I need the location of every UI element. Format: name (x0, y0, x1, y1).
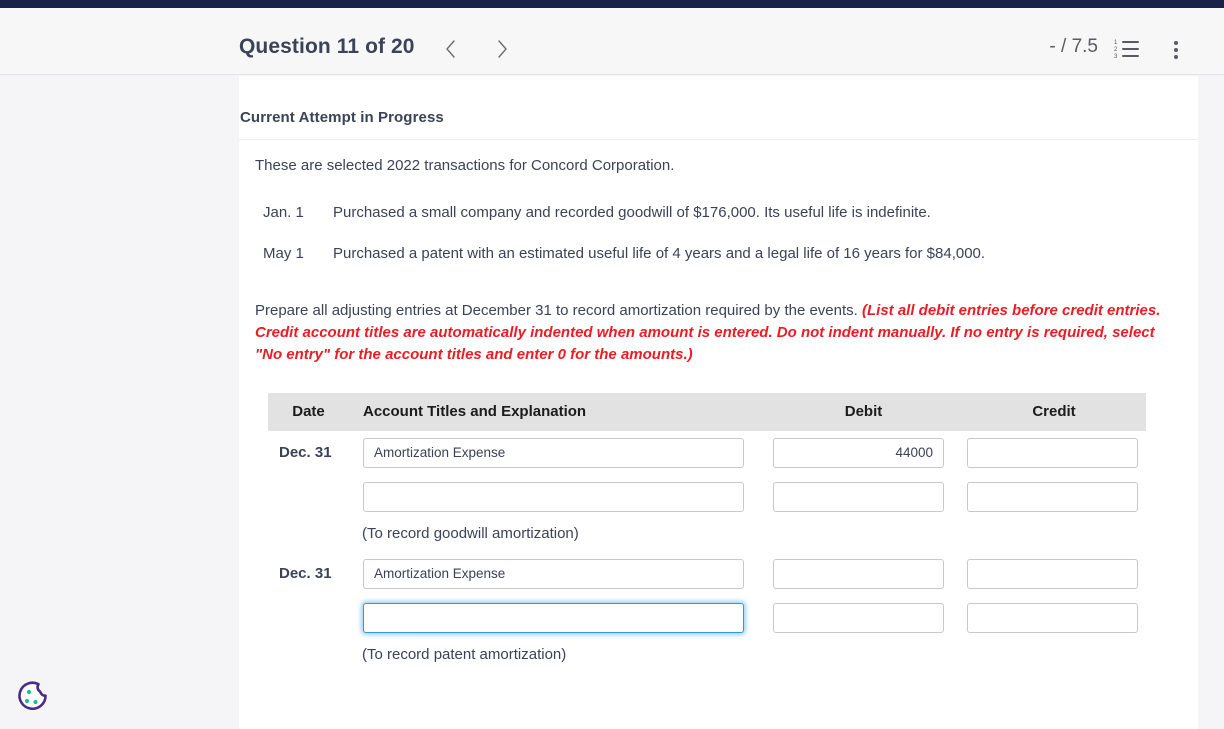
table-row (268, 475, 1146, 519)
transaction-description: Purchased a patent with an estimated use… (333, 245, 986, 262)
question-header-bar: Question 11 of 20 - / 7.5 1 2 3 (0, 8, 1224, 75)
account-title-input-focused[interactable] (363, 602, 744, 633)
transaction-list: Jan. 1 Purchased a small company and rec… (255, 202, 1184, 264)
more-vertical-icon (1162, 36, 1190, 62)
next-question-button[interactable] (489, 36, 515, 62)
question-body: These are selected 2022 transactions for… (239, 140, 1198, 673)
top-brand-strip (0, 0, 1224, 8)
previous-question-button[interactable] (437, 36, 463, 62)
instruction-plain: Prepare all adjusting entries at Decembe… (255, 302, 858, 319)
page-title: Question 11 of 20 (239, 35, 415, 58)
question-page: Question 11 of 20 - / 7.5 1 2 3 Current … (0, 0, 1224, 729)
column-header-account: Account Titles and Explanation (363, 403, 587, 421)
cookie-settings-button[interactable] (14, 679, 50, 715)
list-item: May 1 Purchased a patent with an estimat… (255, 243, 1184, 264)
entry-date: Dec. 31 (279, 444, 332, 462)
table-row: Dec. 31 (268, 552, 1146, 596)
list-number-2: 2 (1114, 47, 1118, 53)
account-title-input[interactable] (363, 437, 744, 468)
account-title-input[interactable] (363, 558, 744, 589)
question-intro-text: These are selected 2022 transactions for… (255, 157, 675, 174)
debit-amount-input[interactable] (773, 481, 944, 512)
entry-date: Dec. 31 (279, 565, 332, 583)
table-header-row: Date Account Titles and Explanation Debi… (268, 392, 1146, 431)
credit-amount-input[interactable] (967, 481, 1138, 512)
column-header-debit: Debit (844, 403, 883, 421)
credit-amount-input[interactable] (967, 437, 1138, 468)
column-header-credit: Credit (1032, 403, 1076, 421)
transaction-date: Jan. 1 (263, 204, 304, 221)
journal-entry-table: Date Account Titles and Explanation Debi… (268, 392, 1146, 673)
goodwill-entry-caption: (To record goodwill amortization) (362, 524, 579, 542)
list-number-1: 1 (1114, 40, 1118, 46)
numbered-list-icon: 1 2 3 (1114, 36, 1142, 62)
table-row: Dec. 31 (268, 431, 1146, 475)
question-content-panel: Current Attempt in Progress These are se… (239, 76, 1198, 729)
cookie-consent-icon (18, 681, 47, 711)
debit-amount-input[interactable] (773, 437, 944, 468)
credit-amount-input[interactable] (967, 558, 1138, 589)
list-number-3: 3 (1114, 54, 1118, 60)
chevron-right-icon (497, 40, 507, 58)
transaction-description: Purchased a small company and recorded g… (333, 204, 931, 221)
list-item: Jan. 1 Purchased a small company and rec… (255, 202, 1184, 223)
score-display: - / 7.5 (1049, 36, 1098, 57)
table-row (268, 596, 1146, 640)
account-title-input[interactable] (363, 481, 744, 512)
patent-entry-caption: (To record patent amortization) (362, 645, 567, 663)
debit-amount-input[interactable] (773, 558, 944, 589)
chevron-left-icon (445, 40, 455, 58)
credit-amount-input[interactable] (967, 602, 1138, 633)
transaction-date: May 1 (263, 245, 304, 262)
question-list-button[interactable]: 1 2 3 (1114, 36, 1142, 64)
debit-amount-input[interactable] (773, 602, 944, 633)
instruction-text: Prepare all adjusting entries at Decembe… (255, 300, 1175, 367)
column-header-date: Date (292, 403, 325, 421)
more-options-button[interactable] (1162, 36, 1190, 64)
attempt-status-title: Current Attempt in Progress (240, 109, 444, 126)
